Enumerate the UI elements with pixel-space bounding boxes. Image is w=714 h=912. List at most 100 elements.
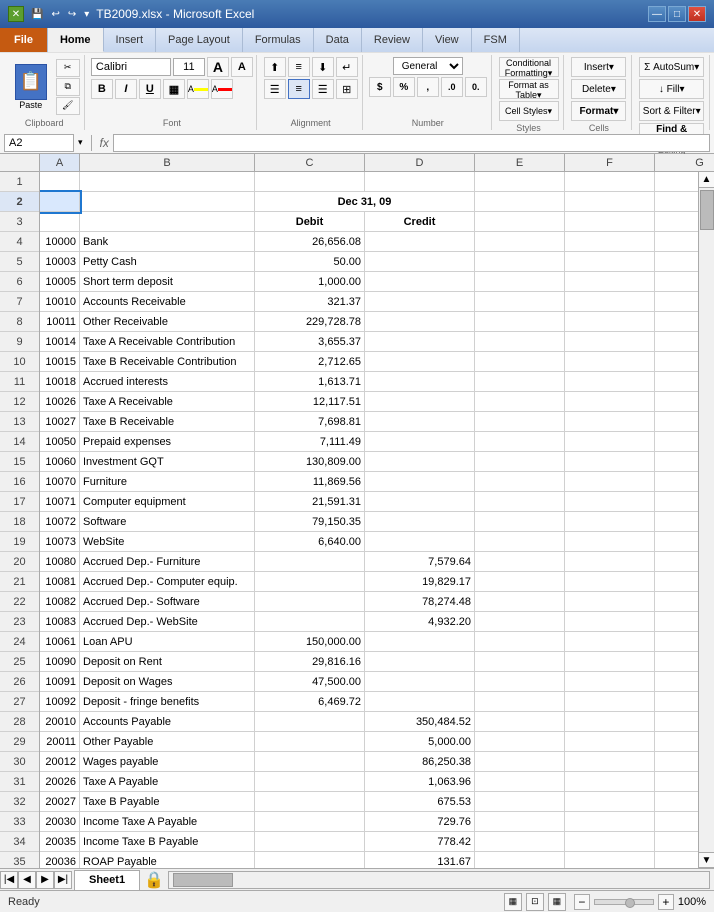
sheet-nav-prev[interactable]: ◀ [18,871,36,889]
cell-r15-c1[interactable]: Investment GQT [80,452,255,472]
cell-r20-c2[interactable] [255,552,365,572]
sheet-tab-1[interactable]: Sheet1 [74,870,140,890]
cell-r27-c1[interactable]: Deposit - fringe benefits [80,692,255,712]
cell-r16-c1[interactable]: Furniture [80,472,255,492]
cell-r3-c2[interactable]: Debit [255,212,365,232]
cell-r2-c5[interactable] [565,192,655,212]
percent-btn[interactable]: % [393,77,415,97]
align-left-btn[interactable]: ☰ [264,79,286,99]
col-header-d[interactable]: D [365,154,475,171]
autosum-btn[interactable]: Σ AutoSum▾ [639,57,704,77]
col-header-a[interactable]: A [40,154,80,171]
cell-r32-c0[interactable]: 20027 [40,792,80,812]
cell-r12-c0[interactable]: 10026 [40,392,80,412]
redo-quick-btn[interactable]: ↪ [65,8,79,21]
cell-r22-c5[interactable] [565,592,655,612]
fill-color-button[interactable]: A [187,79,209,99]
underline-button[interactable]: U [139,79,161,99]
cell-r29-c4[interactable] [475,732,565,752]
cell-r17-c1[interactable]: Computer equipment [80,492,255,512]
cell-r33-c6[interactable] [655,812,698,832]
cell-r12-c2[interactable]: 12,117.51 [255,392,365,412]
cell-r29-c0[interactable]: 20011 [40,732,80,752]
cell-r24-c2[interactable]: 150,000.00 [255,632,365,652]
cell-r10-c3[interactable] [365,352,475,372]
cell-r23-c6[interactable] [655,612,698,632]
cell-r30-c6[interactable] [655,752,698,772]
cell-r7-c6[interactable] [655,292,698,312]
bold-button[interactable]: B [91,79,113,99]
cell-r34-c4[interactable] [475,832,565,852]
cell-r16-c3[interactable] [365,472,475,492]
cell-r1-c4[interactable] [475,172,565,192]
cell-r27-c3[interactable] [365,692,475,712]
cell-r30-c5[interactable] [565,752,655,772]
col-header-g[interactable]: G [655,154,714,171]
cell-r8-c1[interactable]: Other Receivable [80,312,255,332]
cell-r27-c2[interactable]: 6,469.72 [255,692,365,712]
col-header-b[interactable]: B [80,154,255,171]
cell-r19-c3[interactable] [365,532,475,552]
cell-r6-c6[interactable] [655,272,698,292]
cell-r8-c0[interactable]: 10011 [40,312,80,332]
cell-r27-c6[interactable] [655,692,698,712]
sheet-tab-2-icon[interactable]: 🔒 [144,870,164,890]
cell-r19-c6[interactable] [655,532,698,552]
cell-r25-c0[interactable]: 10090 [40,652,80,672]
cell-r1-c6[interactable] [655,172,698,192]
cell-r25-c1[interactable]: Deposit on Rent [80,652,255,672]
cell-r29-c5[interactable] [565,732,655,752]
tab-fsm[interactable]: FSM [472,28,520,52]
cell-r13-c3[interactable] [365,412,475,432]
cell-r12-c5[interactable] [565,392,655,412]
cell-r5-c2[interactable]: 50.00 [255,252,365,272]
cell-r4-c2[interactable]: 26,656.08 [255,232,365,252]
tab-view[interactable]: View [423,28,472,52]
cell-r14-c6[interactable] [655,432,698,452]
h-scroll-thumb[interactable] [173,873,233,887]
cell-r9-c6[interactable] [655,332,698,352]
cell-r4-c1[interactable]: Bank [80,232,255,252]
scroll-up-btn[interactable]: ▲ [699,172,714,188]
align-middle-btn[interactable]: ≡ [288,57,310,77]
cell-r13-c6[interactable] [655,412,698,432]
cell-r9-c1[interactable]: Taxe A Receivable Contribution [80,332,255,352]
cell-r28-c3[interactable]: 350,484.52 [365,712,475,732]
cell-r9-c5[interactable] [565,332,655,352]
zoom-slider[interactable] [594,899,654,905]
cell-r7-c0[interactable]: 10010 [40,292,80,312]
cell-r9-c0[interactable]: 10014 [40,332,80,352]
cell-r24-c1[interactable]: Loan APU [80,632,255,652]
cell-r24-c3[interactable] [365,632,475,652]
cell-r27-c5[interactable] [565,692,655,712]
cell-r8-c5[interactable] [565,312,655,332]
cell-r32-c1[interactable]: Taxe B Payable [80,792,255,812]
cell-r23-c3[interactable]: 4,932.20 [365,612,475,632]
page-layout-view-btn[interactable]: ⊡ [526,893,544,911]
cell-r10-c1[interactable]: Taxe B Receivable Contribution [80,352,255,372]
cell-r2-c6[interactable] [655,192,698,212]
cell-r19-c4[interactable] [475,532,565,552]
format-painter-button[interactable]: 🖌 [56,97,80,115]
cell-r31-c2[interactable] [255,772,365,792]
cell-r17-c3[interactable] [365,492,475,512]
cell-styles-btn[interactable]: Cell Styles▾ [499,101,559,121]
col-header-f[interactable]: F [565,154,655,171]
cell-r29-c1[interactable]: Other Payable [80,732,255,752]
wrap-text-btn[interactable]: ↵ [336,57,358,77]
tab-formulas[interactable]: Formulas [243,28,314,52]
cell-r29-c6[interactable] [655,732,698,752]
cell-r28-c0[interactable]: 20010 [40,712,80,732]
cell-r13-c0[interactable]: 10027 [40,412,80,432]
cut-button[interactable]: ✂ [56,59,80,77]
sheet-nav-first[interactable]: |◀ [0,871,18,889]
cell-r4-c4[interactable] [475,232,565,252]
comma-btn[interactable]: , [417,77,439,97]
cell-r5-c1[interactable]: Petty Cash [80,252,255,272]
cell-r18-c3[interactable] [365,512,475,532]
maximize-btn[interactable]: □ [668,6,686,22]
cell-r3-c6[interactable] [655,212,698,232]
cell-r11-c3[interactable] [365,372,475,392]
cell-r34-c6[interactable] [655,832,698,852]
col-header-c[interactable]: C [255,154,365,171]
